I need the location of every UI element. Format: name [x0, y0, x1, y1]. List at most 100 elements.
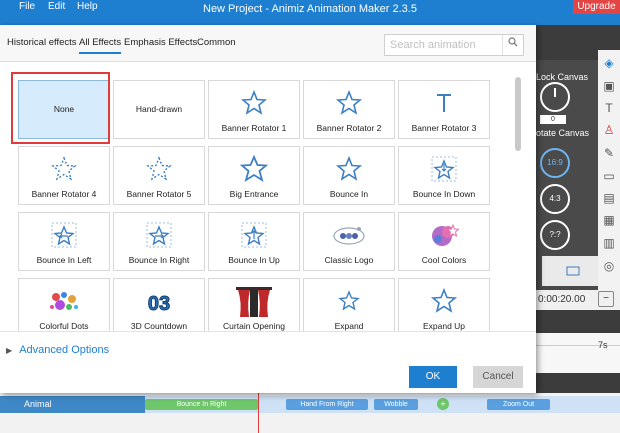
star-icon	[304, 287, 394, 315]
effect-label: Bounce In Down	[412, 189, 476, 199]
tab-common[interactable]: Common	[197, 37, 236, 48]
rotate-dial-icon	[554, 88, 556, 97]
clip-wobble[interactable]: Wobble	[374, 399, 418, 410]
star-arrow-down-icon	[399, 155, 489, 183]
magic-wand-icon[interactable]: ✎	[601, 145, 617, 161]
effect-tile-expand-up[interactable]: Expand Up	[398, 278, 490, 331]
effect-label: Banner Rotator 5	[126, 189, 192, 199]
tab-historical-effects[interactable]: Historical effects	[7, 37, 77, 48]
countdown-icon: 03	[114, 287, 204, 316]
panel-lower-area	[542, 256, 602, 286]
screen-icon[interactable]	[566, 266, 580, 276]
colorful-dots-icon	[19, 287, 109, 315]
star-icon	[209, 154, 299, 183]
timecode-bar: 0:00:20.00 −	[536, 290, 620, 310]
star-icon	[304, 155, 394, 183]
effect-label: Banner Rotator 1	[221, 123, 287, 133]
rotate-value-field[interactable]: 0	[540, 115, 566, 124]
effects-tabs: Historical effects All Effects Emphasis …	[0, 25, 536, 62]
effect-label: 3D Countdown	[130, 321, 188, 331]
effect-tile-hand-drawn[interactable]: Hand-drawn	[113, 80, 205, 139]
effect-tile-curtain-opening[interactable]: Curtain Opening	[208, 278, 300, 331]
star-arrow-up-icon	[209, 221, 299, 249]
timeline: Animal Bounce In Right Hand From Right W…	[0, 393, 620, 433]
effect-label: Hand-drawn	[135, 104, 183, 114]
ruler-mark-7s: 7s	[598, 340, 608, 350]
effect-tile-expand[interactable]: Expand	[303, 278, 395, 331]
sticker-icon[interactable]: ◎	[601, 258, 617, 274]
effect-tile-banner-rotator-3[interactable]: Banner Rotator 3	[398, 80, 490, 139]
canvas-settings-panel: Lock Canvas 0 otate Canvas 16:9 4:3 ?:?	[530, 60, 602, 290]
effect-label: Bounce In	[329, 189, 369, 199]
folder-icon[interactable]: ▤	[601, 190, 617, 206]
character-icon[interactable]: ♙	[601, 122, 617, 138]
tab-all-effects[interactable]: All Effects	[79, 37, 122, 54]
clip-hand-from-right[interactable]: Hand From Right	[286, 399, 368, 410]
effect-tile-3d-countdown[interactable]: 03 3D Countdown	[113, 278, 205, 331]
effect-tile-bounce-in-left[interactable]: Bounce In Left	[18, 212, 110, 271]
zoom-out-button[interactable]: −	[598, 291, 614, 307]
effect-tile-cool-colors[interactable]: Cool Colors	[398, 212, 490, 271]
colorful-star-icon	[399, 221, 489, 249]
effect-label: Banner Rotator 2	[316, 123, 382, 133]
effect-label: Curtain Opening	[223, 321, 285, 331]
right-toolbar: ◈ ▣ T ♙ ✎ ▭ ▤ ▦ ▥ ◎	[598, 50, 620, 290]
add-effect-icon[interactable]: +	[437, 398, 449, 410]
effect-tile-banner-rotator-5[interactable]: Banner Rotator 5	[113, 146, 205, 205]
aspect-custom-button[interactable]: ?:?	[540, 220, 570, 250]
clip-zoom-out[interactable]: Zoom Out	[487, 399, 550, 410]
star-arrow-left-icon	[19, 221, 109, 249]
aspect-43-button[interactable]: 4:3	[540, 184, 570, 214]
effect-label: Bounce In Left	[36, 255, 92, 265]
effect-tile-classic-logo[interactable]: Classic Logo	[303, 212, 395, 271]
upgrade-button[interactable]: Upgrade	[573, 0, 620, 14]
logo-icon	[304, 221, 394, 249]
bubble-icon[interactable]: ▭	[601, 168, 617, 184]
star-arrow-right-icon	[114, 221, 204, 249]
text-icon[interactable]: T	[601, 100, 617, 116]
effect-label: Expand Up	[422, 321, 466, 331]
dialog-divider	[0, 331, 536, 332]
chart-icon[interactable]: ▦	[601, 212, 617, 228]
animation-effects-dialog: Historical effects All Effects Emphasis …	[0, 25, 536, 393]
effect-label: Expand	[334, 321, 364, 331]
effect-tile-bounce-in[interactable]: Bounce In	[303, 146, 395, 205]
effect-tile-bounce-in-down[interactable]: Bounce In Down	[398, 146, 490, 205]
aspect-169-button[interactable]: 16:9	[540, 148, 570, 178]
image-icon[interactable]: ▣	[601, 78, 617, 94]
ok-button[interactable]: OK	[409, 366, 457, 388]
window-title: New Project - Animiz Animation Maker 2.3…	[203, 3, 417, 15]
search-icon[interactable]	[502, 35, 523, 55]
effect-label: Banner Rotator 3	[411, 123, 477, 133]
effect-tile-banner-rotator-2[interactable]: Banner Rotator 2	[303, 80, 395, 139]
effect-tile-banner-rotator-1[interactable]: Banner Rotator 1	[208, 80, 300, 139]
rotate-dial[interactable]	[540, 82, 570, 112]
star-icon	[209, 89, 299, 117]
text-icon	[399, 89, 489, 117]
effect-tile-bounce-in-up[interactable]: Bounce In Up	[208, 212, 300, 271]
cancel-button[interactable]: Cancel	[473, 366, 523, 388]
effect-tile-colorful-dots[interactable]: Colorful Dots	[18, 278, 110, 331]
timecode-value: 0:00:20.00	[538, 294, 586, 305]
effect-tile-bounce-in-right[interactable]: Bounce In Right	[113, 212, 205, 271]
effect-label: Bounce In Right	[128, 255, 190, 265]
tab-emphasis-effects[interactable]: Emphasis Effects	[124, 37, 197, 48]
playhead[interactable]	[258, 393, 259, 433]
advanced-options-toggle[interactable]: ▶ Advanced Options	[6, 344, 109, 356]
shapes-icon[interactable]: ◈	[601, 55, 617, 71]
expand-arrow-icon: ▶	[6, 346, 13, 355]
clip-bounce-in-right[interactable]: Bounce In Right	[145, 399, 258, 410]
selection-highlight-box	[11, 72, 110, 144]
layer-name[interactable]: Animal	[0, 396, 145, 413]
search-box[interactable]: Search animation	[384, 34, 524, 56]
effect-tile-banner-rotator-4[interactable]: Banner Rotator 4	[18, 146, 110, 205]
title-bar: File Edit Help New Project - Animiz Anim…	[0, 0, 620, 25]
effect-tile-big-entrance[interactable]: Big Entrance	[208, 146, 300, 205]
effect-label: Classic Logo	[324, 255, 374, 265]
rotate-canvas-label: otate Canvas	[536, 128, 590, 138]
advanced-options-label: Advanced Options	[19, 344, 110, 356]
effects-scrollbar[interactable]	[515, 77, 521, 151]
video-icon[interactable]: ▥	[601, 235, 617, 251]
svg-text:03: 03	[148, 293, 170, 315]
effect-label: Cool Colors	[421, 255, 467, 265]
